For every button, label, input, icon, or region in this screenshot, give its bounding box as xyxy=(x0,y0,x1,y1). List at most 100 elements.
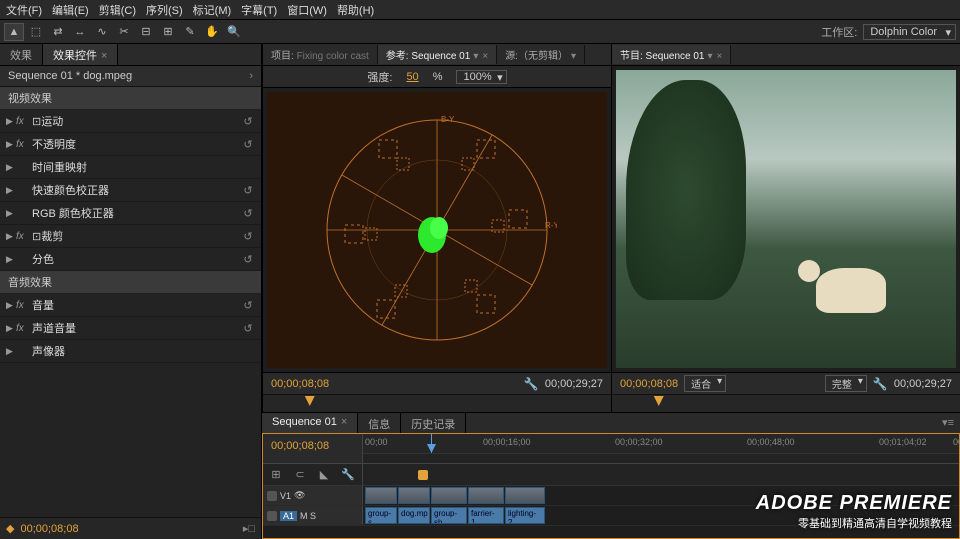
effect-rgbcolor[interactable]: RGB 颜色校正器 xyxy=(32,205,241,221)
menu-edit[interactable]: 编辑(E) xyxy=(52,2,89,18)
menu-sequence[interactable]: 序列(S) xyxy=(146,2,183,18)
track-label[interactable]: A1 xyxy=(280,511,297,521)
reset-icon[interactable]: ↺ xyxy=(241,137,255,151)
clip-audio[interactable]: farrier-1. xyxy=(468,507,504,524)
disclosure-icon[interactable]: ▶ xyxy=(6,300,16,311)
razor-tool-icon[interactable]: ✂ xyxy=(114,23,134,41)
clip-video[interactable] xyxy=(398,487,430,504)
program-tc-current[interactable]: 00;00;08;08 xyxy=(620,378,678,390)
tab-reference[interactable]: 参考: Sequence 01× xyxy=(378,45,497,64)
tab-source[interactable]: 源:（无剪辑） xyxy=(497,45,585,64)
close-icon[interactable]: × xyxy=(101,50,107,62)
marker-icon[interactable]: ◣ xyxy=(315,467,333,483)
effect-volume[interactable]: 音量 xyxy=(32,297,241,313)
intensity-value[interactable]: 50 xyxy=(406,71,418,83)
disclosure-icon[interactable]: ▶ xyxy=(6,346,16,357)
clip-video[interactable] xyxy=(365,487,397,504)
effect-motion[interactable]: 运动 xyxy=(41,113,241,129)
clip-audio[interactable]: dog.mp xyxy=(398,507,430,524)
reset-icon[interactable]: ↺ xyxy=(241,114,255,128)
reference-tc-current[interactable]: 00;00;08;08 xyxy=(271,378,329,390)
playhead-icon[interactable] xyxy=(654,396,664,406)
in-marker-icon[interactable] xyxy=(418,470,428,480)
slip-tool-icon[interactable]: ⊟ xyxy=(136,23,156,41)
tab-project[interactable]: 项目: Fixing color cast xyxy=(263,45,378,64)
clip-audio[interactable]: lighting-2. xyxy=(505,507,545,524)
wrench-icon[interactable]: 🔧 xyxy=(339,467,357,483)
effect-timeremap[interactable]: 时间重映射 xyxy=(32,159,255,175)
snap-icon[interactable]: ⊞ xyxy=(267,467,285,483)
fit-dropdown[interactable]: 适合 xyxy=(684,375,726,392)
pen-tool-icon[interactable]: ✎ xyxy=(180,23,200,41)
track-v1-body[interactable] xyxy=(363,486,959,505)
disclosure-icon[interactable]: ▶ xyxy=(6,162,16,173)
panel-menu-icon[interactable]: ▾≡ xyxy=(936,413,960,433)
slide-tool-icon[interactable]: ⊞ xyxy=(158,23,178,41)
clip-video[interactable] xyxy=(505,487,545,504)
tab-effect-controls[interactable]: 效果控件× xyxy=(43,44,118,65)
track-toggle-icon[interactable]: 👁 xyxy=(294,490,305,501)
effect-panner[interactable]: 声像器 xyxy=(32,343,255,359)
settings-icon[interactable]: 🔧 xyxy=(873,377,888,391)
track-a1-body[interactable]: group-s dog.mp group-sh farrier-1. light… xyxy=(363,506,959,525)
reset-icon[interactable]: ↺ xyxy=(241,229,255,243)
effect-crop[interactable]: 裁剪 xyxy=(41,228,241,244)
menu-marker[interactable]: 标记(M) xyxy=(193,2,232,18)
track-label[interactable]: V1 xyxy=(280,491,291,501)
effect-threeway[interactable]: 分色 xyxy=(32,251,241,267)
track-select-tool-icon[interactable]: ⬚ xyxy=(26,23,46,41)
timeline-tc[interactable]: 00;00;08;08 xyxy=(271,440,329,452)
disclosure-icon[interactable]: ▶ xyxy=(6,185,16,196)
chevron-icon[interactable]: › xyxy=(249,70,253,82)
clip-audio[interactable]: group-s xyxy=(365,507,397,524)
clip-video[interactable] xyxy=(468,487,504,504)
disclosure-icon[interactable]: ▶ xyxy=(6,208,16,219)
zoom-dropdown[interactable]: 100% xyxy=(456,70,506,84)
effect-opacity[interactable]: 不透明度 xyxy=(32,136,241,152)
reset-icon[interactable]: ↺ xyxy=(241,321,255,335)
menu-title[interactable]: 字幕(T) xyxy=(241,2,277,18)
time-ruler[interactable]: 00;00 00;00;16;00 00;00;32;00 00;00;48;0… xyxy=(363,434,959,454)
selection-tool-icon[interactable]: ▲ xyxy=(4,23,24,41)
tab-sequence[interactable]: Sequence 01× xyxy=(262,413,358,433)
resolution-dropdown[interactable]: 完整 xyxy=(825,375,867,392)
program-scrubber[interactable] xyxy=(612,394,960,412)
tab-effects[interactable]: 效果 xyxy=(0,44,43,65)
ripple-tool-icon[interactable]: ⇄ xyxy=(48,23,68,41)
effect-fastcolor[interactable]: 快速颜色校正器 xyxy=(32,182,241,198)
settings-icon[interactable]: 🔧 xyxy=(524,377,539,391)
disclosure-icon[interactable]: ▶ xyxy=(6,231,16,242)
disclosure-icon[interactable]: ▶ xyxy=(6,116,16,127)
reference-scrubber[interactable] xyxy=(263,394,611,412)
menu-clip[interactable]: 剪辑(C) xyxy=(99,2,136,18)
reset-icon[interactable]: ↺ xyxy=(241,183,255,197)
mute-solo[interactable]: M S xyxy=(300,511,316,521)
rate-tool-icon[interactable]: ∿ xyxy=(92,23,112,41)
playhead-icon[interactable] xyxy=(427,444,436,453)
panel-menu-icon[interactable]: ▸□ xyxy=(243,522,255,535)
track-lock-icon[interactable] xyxy=(267,491,277,501)
menu-help[interactable]: 帮助(H) xyxy=(337,2,374,18)
reset-icon[interactable]: ↺ xyxy=(241,206,255,220)
playhead-icon[interactable] xyxy=(305,396,315,406)
menu-window[interactable]: 窗口(W) xyxy=(287,2,327,18)
disclosure-icon[interactable]: ▶ xyxy=(6,139,16,150)
reset-icon[interactable]: ↺ xyxy=(241,298,255,312)
link-icon[interactable]: ⊂ xyxy=(291,467,309,483)
keyframe-icon[interactable]: ◆ xyxy=(6,522,14,535)
effect-channelvol[interactable]: 声道音量 xyxy=(32,320,241,336)
clip-audio[interactable]: group-sh xyxy=(431,507,467,524)
hand-tool-icon[interactable]: ✋ xyxy=(202,23,222,41)
tab-info[interactable]: 信息 xyxy=(358,413,401,433)
program-display[interactable] xyxy=(616,70,956,368)
track-lock-icon[interactable] xyxy=(267,511,277,521)
tab-program[interactable]: 节目: Sequence 01× xyxy=(612,45,731,64)
clip-video[interactable] xyxy=(431,487,467,504)
reset-icon[interactable]: ↺ xyxy=(241,252,255,266)
workspace-dropdown[interactable]: Dolphin Color xyxy=(863,24,956,40)
disclosure-icon[interactable]: ▶ xyxy=(6,323,16,334)
tab-history[interactable]: 历史记录 xyxy=(401,413,466,433)
menu-file[interactable]: 文件(F) xyxy=(6,2,42,18)
zoom-tool-icon[interactable]: 🔍 xyxy=(224,23,244,41)
rolling-tool-icon[interactable]: ↔ xyxy=(70,23,90,41)
